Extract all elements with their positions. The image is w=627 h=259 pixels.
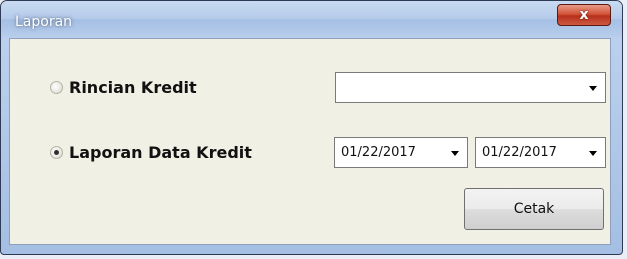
laporan-window: Laporan x Rincian Kredit Laporan Data Kr… (0, 0, 623, 255)
radio-rincian-kredit[interactable] (50, 81, 63, 94)
close-icon: x (579, 7, 589, 23)
window-title: Laporan (15, 14, 73, 30)
dialog-client-area: Rincian Kredit Laporan Data Kredit 01/22… (9, 38, 611, 245)
option-label-laporan-data-kredit: Laporan Data Kredit (69, 143, 252, 162)
chevron-down-icon[interactable] (451, 151, 459, 156)
date-from-picker[interactable]: 01/22/2017 (334, 137, 468, 168)
option-laporan-data-kredit[interactable]: Laporan Data Kredit (50, 143, 252, 162)
date-from-value: 01/22/2017 (341, 145, 416, 160)
rincian-kredit-combo[interactable] (335, 72, 606, 103)
option-rincian-kredit[interactable]: Rincian Kredit (50, 78, 197, 97)
date-to-picker[interactable]: 01/22/2017 (475, 137, 606, 168)
cetak-button[interactable]: Cetak (464, 188, 604, 230)
option-label-rincian-kredit: Rincian Kredit (69, 78, 197, 97)
date-to-value: 01/22/2017 (482, 145, 557, 160)
chevron-down-icon[interactable] (589, 86, 597, 91)
title-bar[interactable]: Laporan x (1, 1, 622, 37)
close-button[interactable]: x (557, 4, 611, 26)
chevron-down-icon[interactable] (589, 151, 597, 156)
radio-laporan-data-kredit[interactable] (50, 146, 63, 159)
